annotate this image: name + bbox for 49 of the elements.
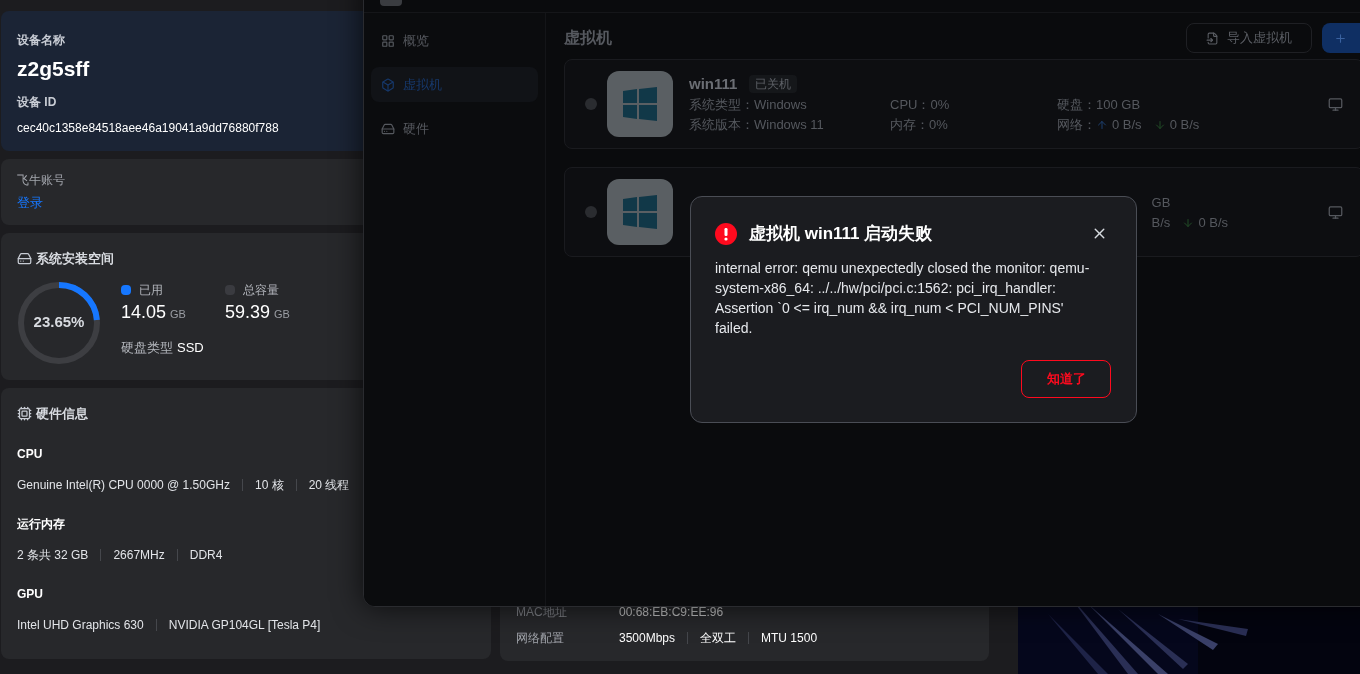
hardware-title: 硬件信息 (36, 405, 88, 423)
network-value: 全双工 (700, 630, 737, 647)
spec-value: Genuine Intel(R) CPU 0000 @ 1.50GHz (17, 476, 230, 494)
network-value: MTU 1500 (761, 630, 818, 647)
account-label: 飞牛账号 (17, 172, 65, 189)
spec-value: DDR4 (189, 546, 223, 564)
legend-label: 已用 (139, 281, 163, 299)
network-row-label: 网络配置 (516, 630, 565, 647)
memory-usage: 内存：0% (890, 116, 949, 135)
vm-name: win111 (689, 73, 738, 94)
legend-label: 总容量 (243, 281, 279, 299)
device-name: z2g5sff (17, 56, 90, 82)
upload-speed: B/s (1151, 214, 1171, 233)
spec-value: 20 线程 (308, 476, 350, 494)
spec-value: 10 核 (254, 476, 284, 494)
network-row-label: MAC地址 (516, 604, 568, 621)
storage-unit: GB (170, 306, 186, 322)
dialog-title: 虚拟机 win111 启动失败 (749, 223, 933, 245)
device-id: cec40c1358e84518aee46a19041a9dd76880f788 (17, 119, 279, 137)
download-speed: 0 B/s (1169, 116, 1200, 135)
status-badge: 已关机 (749, 75, 798, 93)
error-message: internal error: qemu unexpectedly closed the monitor: qemu-system-x86_64: ../../hw/pci/pci.c:1562: pci_irq_handler: Assertion `0 <= irq_num && irq_num < PCI_NUM_PINS' failed. (715, 258, 1091, 338)
disk-size: GB (1151, 194, 1171, 213)
system-type: 系统类型：Windows (689, 96, 808, 115)
storage-unit: GB (274, 306, 290, 322)
network-value: 3500Mbps (619, 630, 676, 647)
spec-value: 2 条共 32 GB (17, 546, 89, 564)
page-title: 虚拟机 (564, 28, 612, 48)
section-heading: CPU (17, 445, 44, 463)
disk-type: SSD (177, 338, 204, 357)
upload-speed: 0 B/s (1112, 116, 1142, 135)
storage-value: 14.05 (121, 300, 167, 324)
disk-size: 硬盘：100 GB (1057, 96, 1141, 115)
usage-percent: 23.65% (33, 312, 85, 333)
spec-value: 2667MHz (113, 546, 165, 564)
cpu-usage: CPU：0% (890, 96, 951, 115)
section-heading: 运行内存 (17, 515, 66, 533)
spec-value: NVIDIA GP104GL [Tesla P4] (168, 616, 321, 634)
storage-value: 59.39 (225, 300, 271, 324)
download-speed: 0 B/s (1198, 214, 1228, 233)
device-name-label: 设备名称 (17, 32, 65, 49)
system-version: 系统版本：Windows 11 (689, 116, 825, 135)
storage-title: 系统安装空间 (36, 250, 114, 268)
disk-type-label: 硬盘类型 (121, 338, 173, 357)
section-heading: GPU (17, 585, 44, 603)
network-label: 网络： (1057, 116, 1096, 135)
network-value: 00:68:EB:C9:EE:96 (619, 604, 724, 621)
device-id-label: 设备 ID (17, 93, 57, 111)
spec-value: Intel UHD Graphics 630 (17, 616, 144, 634)
